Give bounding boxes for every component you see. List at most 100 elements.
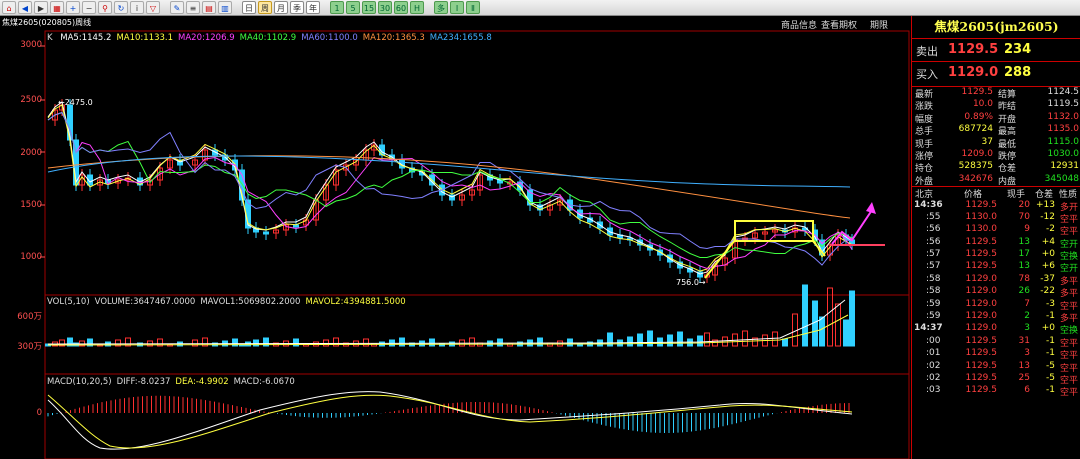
stat-row: 幅度 0.89% 开盘 1132.0 bbox=[912, 111, 1080, 125]
kline-chart[interactable] bbox=[0, 16, 910, 459]
price-axis-label: 1500 bbox=[20, 200, 42, 210]
ticks-column-header: 价格 bbox=[964, 190, 983, 201]
period-button-3[interactable]: 季 bbox=[290, 1, 304, 14]
indicator-value: MA60:1100.0 bbox=[301, 33, 358, 43]
stat-row: 涨跌 10.0 昨结 1119.5 bbox=[912, 99, 1080, 112]
indicator-value: MA234:1655.8 bbox=[429, 33, 492, 43]
tick-diff: -1 bbox=[1046, 335, 1055, 346]
term-link[interactable]: 期限 bbox=[870, 18, 888, 31]
period-button-7[interactable]: 15 bbox=[362, 1, 376, 14]
tick-diff: -22 bbox=[1040, 286, 1055, 297]
zoom-in-icon[interactable]: + bbox=[66, 1, 80, 14]
stat-value: 0.89% bbox=[964, 111, 993, 122]
period-button-12[interactable]: Ⅰ bbox=[450, 1, 464, 14]
refresh-icon[interactable]: ↻ bbox=[114, 1, 128, 14]
tick-hand: 3 bbox=[1024, 348, 1030, 359]
tick-row: :00 1129.5 31 -1 空平 bbox=[912, 335, 1080, 349]
period-button-5[interactable]: 1 bbox=[330, 1, 344, 14]
volume-indicators: VOL(5,10) VOLUME:3647467.0000 MAVOL1:50698… bbox=[47, 297, 411, 307]
stat-label: 结算 bbox=[998, 90, 1017, 100]
view-options-link[interactable]: 查看期权 bbox=[821, 18, 857, 31]
stats-icon[interactable]: ▤ bbox=[202, 1, 216, 14]
indicator-value: MACD:-6.0670 bbox=[233, 377, 295, 387]
ticks-column-header: 现手 bbox=[1007, 190, 1026, 201]
period-button-0[interactable]: 日 bbox=[242, 1, 256, 14]
tick-diff: +0 bbox=[1041, 249, 1055, 260]
tick-time: :02 bbox=[926, 372, 941, 383]
info-icon[interactable]: i bbox=[130, 1, 144, 14]
period-button-2[interactable]: 月 bbox=[274, 1, 288, 14]
tools-icon[interactable]: ✎ bbox=[170, 1, 184, 14]
list-icon[interactable]: ≡ bbox=[186, 1, 200, 14]
tick-price: 1130.0 bbox=[965, 211, 998, 222]
indicator-value: VOL(5,10) bbox=[47, 297, 90, 307]
volume-bar bbox=[637, 333, 643, 347]
tick-row: :03 1129.5 6 -1 空平 bbox=[912, 385, 1080, 398]
quote-title: 焦煤2605(jm2605) bbox=[934, 19, 1059, 34]
home-icon[interactable]: ⌂ bbox=[2, 1, 16, 14]
tick-diff: +13 bbox=[1036, 199, 1055, 210]
back-icon[interactable]: ◀ bbox=[18, 1, 32, 14]
volume-bar bbox=[429, 338, 435, 347]
tick-price: 1129.0 bbox=[965, 273, 998, 284]
period-button-10[interactable]: H bbox=[410, 1, 424, 14]
tick-nature: 空平 bbox=[1060, 227, 1079, 238]
search-icon[interactable]: ⚲ bbox=[98, 1, 112, 14]
stat-value: 1124.5 bbox=[1047, 87, 1080, 97]
indicator-value: MA20:1206.9 bbox=[178, 33, 235, 43]
stat-row: 总手 687724 最高 1135.0 bbox=[912, 124, 1080, 137]
grid-icon[interactable]: ▦ bbox=[50, 1, 64, 14]
tick-hand: 31 bbox=[1018, 335, 1030, 346]
calendar-icon[interactable]: ▥ bbox=[218, 1, 232, 14]
stat-label: 最低 bbox=[998, 139, 1017, 150]
tick-price: 1129.5 bbox=[965, 372, 998, 383]
high-value: 2475.0 bbox=[64, 98, 93, 107]
filter-icon[interactable]: ▽ bbox=[146, 1, 160, 14]
tick-row: :59 1129.0 2 -1 多平 bbox=[912, 311, 1080, 324]
stat-value: 342676 bbox=[958, 173, 993, 184]
stats-table: 最新 1129.5 结算 1124.5 涨跌 10.0 昨结 1119.5 幅度 0.89% 开盘 1… bbox=[912, 87, 1080, 187]
tick-row: :57 1129.5 17 +0 空换 bbox=[912, 249, 1080, 262]
chart-area[interactable] bbox=[0, 16, 910, 459]
low-value: 756.0 bbox=[676, 278, 699, 287]
stat-label: 外盘 bbox=[915, 176, 934, 187]
stat-value: 10.0 bbox=[972, 99, 993, 110]
main-indicator-prefix: K bbox=[47, 33, 53, 43]
period-button-9[interactable]: 60 bbox=[394, 1, 408, 14]
period-button-6[interactable]: 5 bbox=[346, 1, 360, 14]
stat-value: 1209.0 bbox=[961, 148, 994, 159]
stat-label: 开盘 bbox=[998, 114, 1017, 125]
tick-time: :56 bbox=[926, 224, 941, 235]
volume-bar bbox=[802, 284, 808, 347]
tick-time: :58 bbox=[926, 286, 941, 297]
zoom-out-icon[interactable]: − bbox=[82, 1, 96, 14]
stat-label: 持仓 bbox=[915, 164, 934, 175]
period-button-13[interactable]: Ⅱ bbox=[466, 1, 480, 14]
stat-label: 最新 bbox=[915, 90, 934, 100]
ma5-line bbox=[47, 101, 853, 275]
tick-nature: 多开 bbox=[1060, 202, 1079, 213]
sell-row[interactable]: 卖出 1129.5 234 bbox=[912, 38, 1080, 61]
period-button-1[interactable]: 周 bbox=[258, 1, 272, 14]
stat-row: 现手 37 最低 1115.0 bbox=[912, 137, 1080, 150]
tick-row: 14:37 1129.0 3 +0 空换 bbox=[912, 323, 1080, 336]
buy-row[interactable]: 买入 1129.0 288 bbox=[912, 61, 1080, 84]
forward-icon[interactable]: ▶ bbox=[34, 1, 48, 14]
tick-row: :56 1130.0 9 -2 空平 bbox=[912, 224, 1080, 238]
stat-label: 涨停 bbox=[915, 151, 934, 162]
tick-hand: 17 bbox=[1018, 249, 1030, 260]
period-button-4[interactable]: 年 bbox=[306, 1, 320, 14]
quote-panel: 焦煤2605(jm2605) 卖出 1129.5 234 买入 1129.0 2… bbox=[911, 16, 1080, 459]
stat-value: 1132.0 bbox=[1047, 111, 1080, 122]
tick-row: :58 1129.0 78 -37 多平 bbox=[912, 273, 1080, 287]
volume-bar bbox=[849, 290, 855, 347]
tick-hand: 3 bbox=[1024, 323, 1030, 334]
volume-bar bbox=[567, 338, 573, 347]
commodity-info-link[interactable]: 商品信息 bbox=[781, 18, 817, 31]
period-button-11[interactable]: 多 bbox=[434, 1, 448, 14]
volume-bar bbox=[667, 334, 673, 347]
ma10-line bbox=[47, 104, 853, 272]
tick-price: 1129.5 bbox=[965, 360, 998, 371]
volume-bar bbox=[835, 303, 841, 347]
period-button-8[interactable]: 30 bbox=[378, 1, 392, 14]
